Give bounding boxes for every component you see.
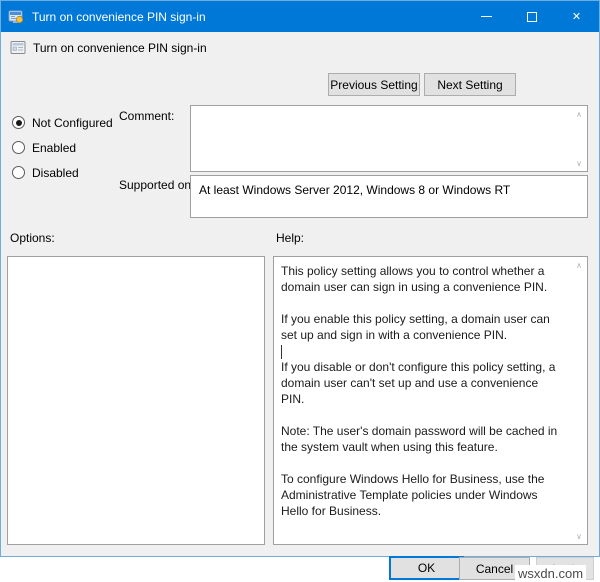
ok-button[interactable]: OK <box>389 556 464 580</box>
help-paragraph: To configure Windows Hello for Business,… <box>281 472 545 518</box>
help-paragraph: This policy setting allows you to contro… <box>281 264 548 294</box>
comment-input[interactable]: ∧ ∨ <box>190 105 588 172</box>
radio-not-configured[interactable]: Not Configured <box>12 110 127 135</box>
next-setting-label: Next Setting <box>437 77 503 92</box>
help-panel[interactable]: This policy setting allows you to contro… <box>273 256 588 545</box>
help-scrollbar[interactable]: ∧ ∨ <box>570 257 587 544</box>
help-label: Help: <box>276 231 305 245</box>
minimize-icon <box>481 16 492 17</box>
supported-on-value: At least Windows Server 2012, Windows 8 … <box>199 183 511 197</box>
dialog-body: Turn on convenience PIN sign-in Previous… <box>1 32 599 582</box>
policy-setting-icon <box>8 9 24 25</box>
scroll-up-icon[interactable]: ∧ <box>571 106 587 122</box>
close-icon: ✕ <box>571 10 582 23</box>
policy-setting-icon <box>10 40 27 56</box>
text-caret <box>281 345 282 359</box>
window-title: Turn on convenience PIN sign-in <box>32 9 206 24</box>
previous-setting-label: Previous Setting <box>330 77 418 92</box>
ok-label: OK <box>417 561 436 575</box>
watermark: wsxdn.com <box>515 565 587 582</box>
policy-setting-dialog: Turn on convenience PIN sign-in ✕ Turn o… <box>0 0 600 582</box>
previous-setting-button[interactable]: Previous Setting <box>328 73 420 96</box>
supported-on-field: At least Windows Server 2012, Windows 8 … <box>190 175 588 218</box>
radio-indicator-icon <box>12 116 25 129</box>
help-text: This policy setting allows you to contro… <box>281 263 563 519</box>
help-paragraph: If you disable or don't configure this p… <box>281 360 556 406</box>
help-paragraph: Note: The user's domain password will be… <box>281 424 558 454</box>
title-bar: Turn on convenience PIN sign-in ✕ <box>1 1 599 32</box>
comment-label: Comment: <box>119 109 175 123</box>
radio-indicator-icon <box>12 141 25 154</box>
cancel-label: Cancel <box>475 561 514 576</box>
maximize-icon <box>526 11 537 22</box>
radio-disabled[interactable]: Disabled <box>12 160 127 185</box>
help-paragraph: If you enable this policy setting, a dom… <box>281 312 550 342</box>
radio-enabled-label: Enabled <box>32 140 77 155</box>
minimize-button[interactable] <box>464 1 509 32</box>
radio-enabled[interactable]: Enabled <box>12 135 127 160</box>
radio-indicator-icon <box>12 166 25 179</box>
options-label: Options: <box>10 231 55 245</box>
supported-on-label: Supported on: <box>119 178 195 192</box>
policy-header: Turn on convenience PIN sign-in <box>1 32 599 66</box>
caption-button-group: ✕ <box>464 1 599 32</box>
options-panel[interactable] <box>7 256 265 545</box>
next-setting-button[interactable]: Next Setting <box>424 73 516 96</box>
scroll-down-icon[interactable]: ∨ <box>571 155 587 171</box>
comment-scrollbar[interactable]: ∧ ∨ <box>570 106 587 171</box>
maximize-button[interactable] <box>509 1 554 32</box>
close-button[interactable]: ✕ <box>554 1 599 32</box>
scroll-down-icon[interactable]: ∨ <box>571 528 587 544</box>
policy-name: Turn on convenience PIN sign-in <box>33 41 207 55</box>
policy-state-radio-group: Not Configured Enabled Disabled <box>12 110 127 185</box>
radio-not-configured-label: Not Configured <box>32 115 113 130</box>
radio-disabled-label: Disabled <box>32 165 79 180</box>
scroll-up-icon[interactable]: ∧ <box>571 257 587 273</box>
